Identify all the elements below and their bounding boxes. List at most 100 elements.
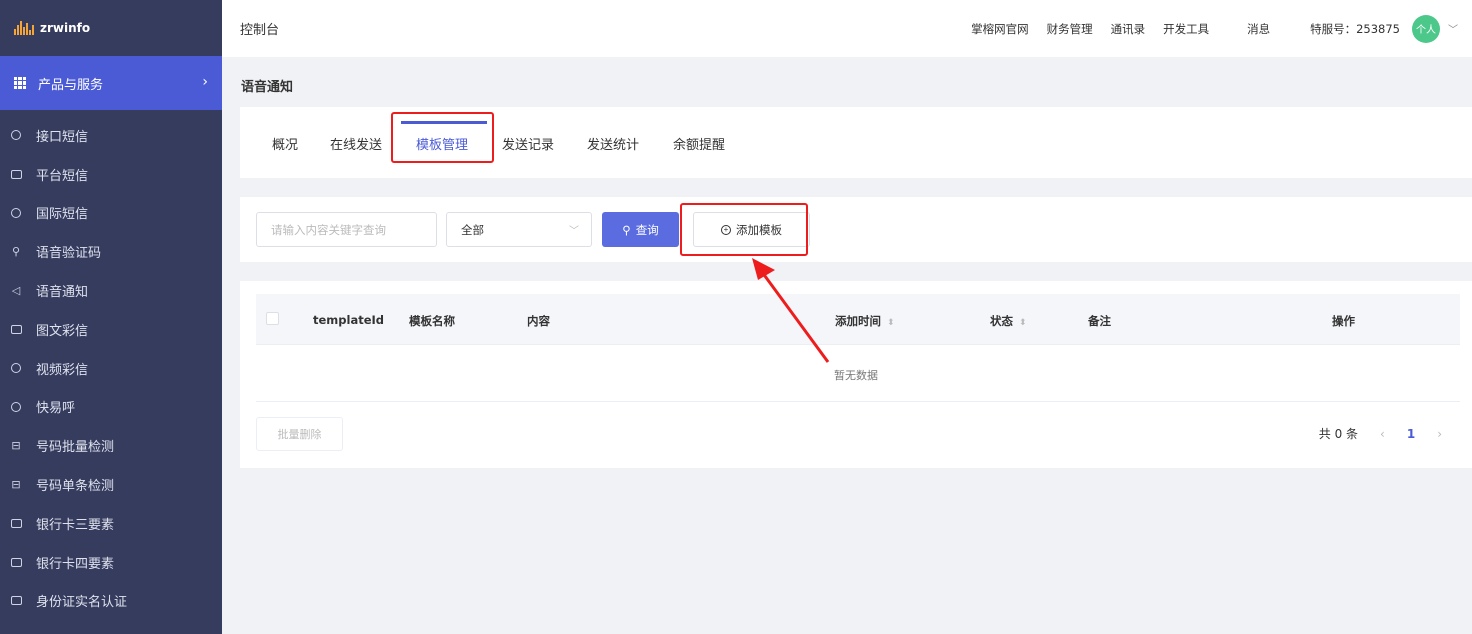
sidebar-item-video-mms[interactable]: 视频彩信 bbox=[0, 349, 222, 388]
sidebar-item-label: 身份证实名认证 bbox=[36, 595, 128, 611]
topbar-link-finance[interactable]: 财务管理 bbox=[1047, 21, 1093, 37]
pagination-total: 共 0 条 bbox=[1318, 427, 1359, 441]
message-bubble-icon bbox=[10, 129, 22, 141]
status-select-value: 全部 bbox=[461, 222, 484, 237]
sidebar-item-label: 号码批量检测 bbox=[36, 440, 115, 456]
column-status-label: 状态 bbox=[990, 314, 1013, 328]
logo-text: zrwinfo bbox=[40, 21, 91, 35]
column-add-time-label: 添加时间 bbox=[835, 314, 881, 328]
tab-send-records[interactable]: 发送记录 bbox=[502, 134, 554, 153]
logo[interactable]: zrwinfo bbox=[0, 0, 222, 56]
batch-delete-button[interactable]: 批量删除 bbox=[256, 417, 343, 451]
globe-icon bbox=[10, 207, 22, 219]
sidebar-item-image-mms[interactable]: 图文彩信 bbox=[0, 310, 222, 349]
sidebar-item-label: 图文彩信 bbox=[36, 323, 89, 339]
pagination: 共 0 条 ‹ 1 › bbox=[1319, 425, 1442, 442]
play-icon bbox=[10, 362, 22, 374]
table-card: templateId 模板名称 内容 添加时间 ⬍ 状态 ⬍ 备注 操作 暂无数据 … bbox=[240, 281, 1472, 468]
sidebar-item-label: 国际短信 bbox=[36, 207, 89, 223]
chat-icon bbox=[10, 168, 22, 180]
sidebar-header-products[interactable]: 产品与服务 › bbox=[0, 56, 222, 110]
sidebar-item-label: 银行卡三要素 bbox=[36, 517, 115, 533]
column-remark: 备注 bbox=[1088, 314, 1111, 328]
column-template-name: 模板名称 bbox=[409, 314, 455, 328]
tab-send-stats[interactable]: 发送统计 bbox=[587, 134, 639, 153]
chevron-left-icon[interactable]: ‹ bbox=[1380, 427, 1385, 441]
search-input[interactable] bbox=[256, 212, 437, 247]
topbar-account-number: 特服号：253875 bbox=[1310, 21, 1400, 36]
sidebar-item-single-check[interactable]: ⊟ 号码单条检测 bbox=[0, 465, 222, 504]
topbar-messages[interactable]: 消息 bbox=[1247, 21, 1270, 37]
chevron-down-icon: ﹀ bbox=[569, 226, 579, 237]
status-select[interactable]: 全部 ﹀ bbox=[446, 212, 592, 247]
query-button[interactable]: ⚲ 查询 bbox=[602, 212, 679, 247]
sort-icon[interactable]: ⬍ bbox=[887, 318, 895, 328]
select-all-checkbox[interactable] bbox=[266, 312, 279, 325]
sidebar-item-api-sms[interactable]: 接口短信 bbox=[0, 116, 222, 155]
chevron-right-icon: › bbox=[202, 74, 208, 90]
grid-icon bbox=[14, 77, 26, 89]
sidebar-menu: 接口短信 平台短信 国际短信 ⚲ 语音验证码 ◁ 语音通知 图文彩信 视频彩信 … bbox=[0, 110, 222, 620]
topbar-right: 掌榕网官网 财务管理 通讯录 开发工具 消息 特服号：253875 个人 ﹀ bbox=[953, 0, 1458, 57]
column-template-id: templateId bbox=[313, 313, 385, 327]
sidebar-item-platform-sms[interactable]: 平台短信 bbox=[0, 155, 222, 194]
sidebar-item-id-verify[interactable]: 身份证实名认证 bbox=[0, 582, 222, 621]
chevron-right-icon[interactable]: › bbox=[1437, 427, 1442, 441]
sidebar-item-label: 视频彩信 bbox=[36, 362, 89, 378]
topbar-link-official-site[interactable]: 掌榕网官网 bbox=[971, 21, 1029, 37]
sidebar-item-batch-check[interactable]: ⊟ 号码批量检测 bbox=[0, 426, 222, 465]
pagination-page[interactable]: 1 bbox=[1407, 427, 1415, 441]
microphone-icon: ⚲ bbox=[11, 245, 21, 259]
call-icon bbox=[10, 401, 22, 413]
page-title: 语音通知 bbox=[241, 80, 294, 95]
column-content: 内容 bbox=[527, 314, 550, 328]
tabs-card: 概况 在线发送 模板管理 发送记录 发送统计 余额提醒 bbox=[240, 107, 1472, 178]
topbar-link-contacts[interactable]: 通讯录 bbox=[1111, 21, 1146, 37]
sidebar-item-quick-call[interactable]: 快易呼 bbox=[0, 388, 222, 427]
sidebar-item-intl-sms[interactable]: 国际短信 bbox=[0, 194, 222, 233]
column-add-time[interactable]: 添加时间 ⬍ bbox=[835, 313, 895, 329]
column-status[interactable]: 状态 ⬍ bbox=[990, 313, 1027, 329]
active-tab-indicator bbox=[401, 121, 487, 124]
scan-icon: ⊟ bbox=[11, 439, 21, 453]
chevron-down-icon[interactable]: ﹀ bbox=[1448, 21, 1458, 36]
column-actions: 操作 bbox=[1332, 314, 1355, 328]
search-card: 全部 ﹀ ⚲ 查询 + 添加模板 bbox=[240, 197, 1472, 262]
card-icon bbox=[10, 556, 22, 568]
scan-icon: ⊟ bbox=[11, 478, 21, 492]
add-template-button[interactable]: + 添加模板 bbox=[693, 212, 810, 247]
table-header: templateId 模板名称 内容 添加时间 ⬍ 状态 ⬍ 备注 操作 bbox=[256, 294, 1460, 345]
query-button-label: 查询 bbox=[635, 224, 659, 237]
search-icon: ⚲ bbox=[622, 224, 631, 237]
add-template-button-label: 添加模板 bbox=[736, 224, 782, 237]
avatar[interactable]: 个人 bbox=[1412, 14, 1440, 43]
logo-icon bbox=[14, 21, 34, 35]
table-divider bbox=[256, 401, 1460, 402]
topbar-link-dev-tools[interactable]: 开发工具 bbox=[1163, 21, 1209, 37]
topbar: 控制台 掌榕网官网 财务管理 通讯录 开发工具 消息 特服号：253875 个人… bbox=[222, 0, 1472, 57]
sidebar-item-label: 银行卡四要素 bbox=[36, 556, 115, 572]
tab-online-send[interactable]: 在线发送 bbox=[330, 134, 382, 153]
tab-balance-reminder[interactable]: 余额提醒 bbox=[673, 134, 725, 153]
id-card-icon bbox=[10, 595, 22, 607]
sidebar-item-label: 平台短信 bbox=[36, 168, 89, 184]
speaker-icon: ◁ bbox=[11, 284, 21, 298]
sidebar: zrwinfo 产品与服务 › 接口短信 平台短信 国际短信 ⚲ 语音验证码 ◁… bbox=[0, 0, 222, 634]
sidebar-item-label: 快易呼 bbox=[36, 401, 76, 417]
empty-state-text: 暂无数据 bbox=[834, 369, 878, 382]
sidebar-item-bank4[interactable]: 银行卡四要素 bbox=[0, 543, 222, 582]
sort-icon[interactable]: ⬍ bbox=[1019, 318, 1027, 328]
sidebar-item-voice-code[interactable]: ⚲ 语音验证码 bbox=[0, 232, 222, 271]
tab-template-management[interactable]: 模板管理 bbox=[416, 134, 468, 153]
topbar-title: 控制台 bbox=[240, 23, 280, 38]
sidebar-item-label: 接口短信 bbox=[36, 129, 89, 145]
sidebar-header-label: 产品与服务 bbox=[38, 77, 104, 93]
sidebar-item-label: 语音通知 bbox=[36, 285, 89, 301]
tab-overview[interactable]: 概况 bbox=[272, 134, 298, 153]
card-icon bbox=[10, 517, 22, 529]
sidebar-item-voice-notice[interactable]: ◁ 语音通知 bbox=[0, 271, 222, 310]
sidebar-item-bank3[interactable]: 银行卡三要素 bbox=[0, 504, 222, 543]
sidebar-item-label: 语音验证码 bbox=[36, 246, 102, 262]
sidebar-item-label: 号码单条检测 bbox=[36, 479, 115, 495]
image-icon bbox=[10, 323, 22, 335]
